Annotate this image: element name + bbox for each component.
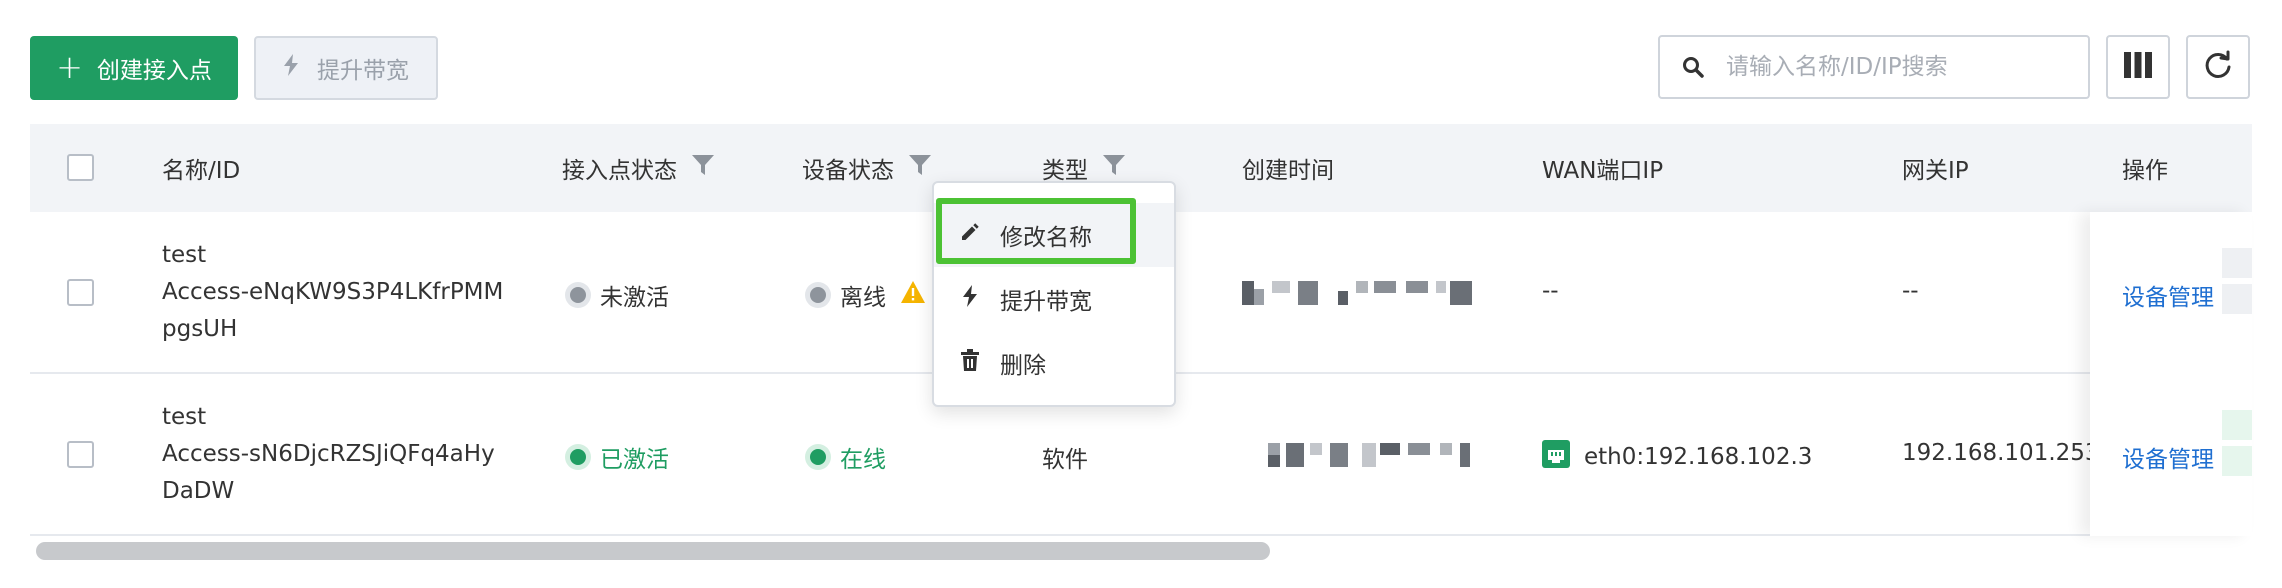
create-access-point-label: 创建接入点 [96, 58, 212, 84]
gateway-ip: 192.168.101.253/24 [1902, 440, 2108, 466]
filter-icon[interactable] [1102, 153, 1126, 183]
menu-item-delete[interactable]: 删除 [934, 331, 1174, 395]
header-created-time: 创建时间 [1242, 158, 1334, 184]
wan-ip: eth0:192.168.102.3 [1542, 440, 1812, 474]
more-action-chip[interactable] [2222, 248, 2252, 278]
status-dot [810, 449, 826, 465]
header-gateway-ip: 网关IP [1902, 158, 1969, 184]
upgrade-bandwidth-button[interactable]: 提升带宽 [254, 36, 438, 100]
filter-icon[interactable] [908, 153, 932, 183]
ethernet-port-icon [1542, 440, 1570, 474]
upgrade-bandwidth-label: 提升带宽 [317, 58, 409, 84]
search-input[interactable] [1726, 54, 2086, 80]
scrollbar-thumb[interactable] [36, 542, 1270, 560]
plus-icon: + [56, 47, 83, 86]
more-action-chip[interactable] [2222, 410, 2252, 440]
wan-ip: -- [1542, 278, 1559, 304]
status-dot [570, 287, 586, 303]
device-status: 离线 [810, 278, 926, 312]
select-all-checkbox[interactable] [67, 154, 94, 181]
row-name: test Access-eNqKW9S3P4LKfrPMM pgsUH [162, 242, 504, 342]
header-device-status: 设备状态 [802, 124, 932, 212]
row-checkbox[interactable] [67, 441, 94, 468]
trash-icon [960, 349, 980, 377]
created-time-redacted [1242, 281, 1492, 305]
access-status: 已激活 [570, 440, 669, 474]
warning-icon [900, 280, 926, 310]
header-actions: 操作 [2122, 158, 2168, 184]
device-management-link[interactable]: 设备管理 [2122, 278, 2214, 312]
search-box [1658, 35, 2090, 99]
more-action-chip[interactable] [2222, 446, 2252, 476]
create-access-point-button[interactable]: + 创建接入点 [30, 36, 238, 100]
access-status: 未激活 [570, 278, 669, 312]
row-name: test Access-sN6DjcRZSJiQFq4aHy DaDW [162, 404, 495, 504]
lightning-icon [283, 54, 299, 82]
actions-column: 设备管理 设备管理 [2090, 212, 2252, 536]
lightning-icon [960, 285, 980, 313]
header-access-status: 接入点状态 [562, 124, 715, 212]
device-management-link[interactable]: 设备管理 [2122, 440, 2214, 474]
filter-icon[interactable] [691, 153, 715, 183]
header-wan-ip: WAN端口IP [1542, 158, 1664, 184]
type: 软件 [1042, 447, 1088, 473]
header-name: 名称/ID [162, 158, 241, 184]
columns-icon [2124, 52, 2152, 82]
created-time-redacted [1268, 443, 1498, 467]
device-status: 在线 [810, 440, 886, 474]
status-dot [810, 287, 826, 303]
refresh-button[interactable] [2186, 35, 2250, 99]
status-dot [570, 449, 586, 465]
refresh-icon [2203, 50, 2233, 84]
rename-highlight-box [936, 198, 1136, 264]
row-checkbox[interactable] [67, 279, 94, 306]
column-settings-button[interactable] [2106, 35, 2170, 99]
search-icon [1680, 54, 1706, 80]
gateway-ip: -- [1902, 278, 1919, 304]
more-action-chip[interactable] [2222, 284, 2252, 314]
menu-item-upgrade-bandwidth[interactable]: 提升带宽 [934, 267, 1174, 331]
